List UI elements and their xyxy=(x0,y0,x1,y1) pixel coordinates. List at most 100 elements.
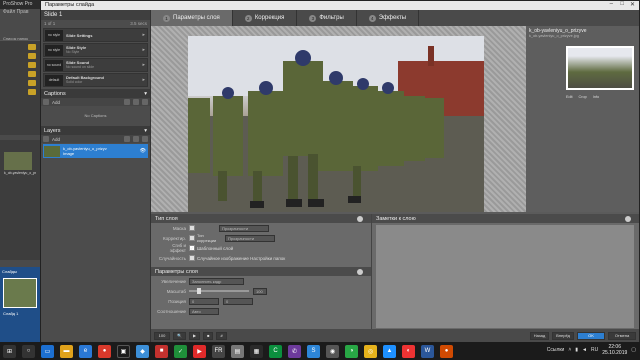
slide-list[interactable]: Слайды Слайд 1 xyxy=(0,267,40,342)
notes-textarea[interactable] xyxy=(376,225,634,328)
mask-checkbox[interactable] xyxy=(189,225,195,231)
minimize-icon[interactable]: – xyxy=(610,1,613,7)
start-icon[interactable]: ⊞ xyxy=(3,344,16,358)
random-checkbox[interactable] xyxy=(189,255,195,261)
file-thumbnail[interactable] xyxy=(4,152,32,170)
collapse-icon[interactable] xyxy=(625,215,631,222)
prev-slide-button[interactable]: Назад xyxy=(529,331,550,340)
add-layer-label[interactable]: Add xyxy=(52,137,60,142)
template-checkbox[interactable]: ✓ xyxy=(189,245,195,251)
task-view-icon[interactable]: ▭ xyxy=(41,344,54,358)
zoom-slider[interactable] xyxy=(189,288,249,294)
zoom-value[interactable]: 100 xyxy=(253,287,267,295)
folder-tree[interactable] xyxy=(0,40,40,135)
chevron-right-icon[interactable]: ▸ xyxy=(142,32,145,38)
fr-icon[interactable]: FR xyxy=(212,344,225,358)
tab-correction[interactable]: 2 Коррекция xyxy=(233,10,298,26)
delete-icon[interactable] xyxy=(124,136,130,142)
crop-button[interactable]: Crop xyxy=(579,95,587,99)
chrome-icon[interactable]: ◎ xyxy=(364,344,377,358)
folder-icon[interactable] xyxy=(28,71,36,77)
layer-image[interactable] xyxy=(188,36,484,212)
collapse-icon[interactable] xyxy=(357,268,363,275)
adjust-checkbox[interactable] xyxy=(189,235,195,241)
tab-layer-settings[interactable]: 1 Параметры слоя xyxy=(151,10,233,26)
aspect-select[interactable]: Авто xyxy=(189,307,219,315)
app-icon[interactable]: ● xyxy=(440,344,453,358)
add-caption-label[interactable]: Add xyxy=(52,100,60,105)
layer-params-header[interactable]: Параметры слоя xyxy=(151,267,371,276)
app-icon[interactable]: ✓ xyxy=(174,344,187,358)
stop-icon[interactable]: ■ xyxy=(203,331,214,340)
up-icon[interactable] xyxy=(133,136,139,142)
clock[interactable]: 22:06 25.10.2019 xyxy=(602,344,627,356)
language-indicator[interactable]: RU xyxy=(591,347,598,353)
calculator-icon[interactable]: ▦ xyxy=(250,344,263,358)
down-icon[interactable] xyxy=(142,99,148,105)
chevron-right-icon[interactable]: ▸ xyxy=(142,47,145,53)
app-icon[interactable]: C xyxy=(269,344,282,358)
delete-icon[interactable] xyxy=(124,99,130,105)
up-icon[interactable] xyxy=(133,99,139,105)
chevron-icon[interactable]: ▾ xyxy=(144,128,147,134)
close-icon[interactable]: ✕ xyxy=(630,1,635,8)
adjust-select[interactable]: Прозрачности xyxy=(225,234,275,242)
links-label[interactable]: Ссылки xyxy=(547,347,565,353)
ie-icon[interactable]: e xyxy=(79,344,92,358)
position-y[interactable]: 0 xyxy=(223,297,253,305)
notifications-icon[interactable]: ▢ xyxy=(631,347,636,353)
mask-select[interactable]: Прозрачности xyxy=(219,224,269,232)
main-menu[interactable]: Файл Прав xyxy=(0,9,40,17)
app-icon[interactable]: ◑ xyxy=(345,344,358,358)
app-icon[interactable]: ▲ xyxy=(383,344,396,358)
explorer-icon[interactable]: ▬ xyxy=(60,344,73,358)
folder-icon[interactable] xyxy=(28,89,36,95)
search-icon[interactable]: 🔍 xyxy=(173,331,186,340)
chevron-up-icon[interactable]: ˄ xyxy=(568,347,571,353)
chevron-right-icon[interactable]: ▸ xyxy=(142,62,145,68)
slide-option-row[interactable]: no style Slide Settings ▸ xyxy=(43,28,148,42)
app-icon[interactable]: ◉ xyxy=(326,344,339,358)
search-icon[interactable]: ○ xyxy=(22,344,35,358)
down-icon[interactable] xyxy=(142,136,148,142)
app-icon[interactable]: ▶ xyxy=(193,344,206,358)
ok-button[interactable]: OK xyxy=(577,331,605,340)
app-icon[interactable]: ◆ xyxy=(136,344,149,358)
app-icon[interactable]: ▤ xyxy=(231,344,244,358)
folder-icon[interactable] xyxy=(28,80,36,86)
file-list[interactable]: k_ob-yavleniyu_o_prizyve xyxy=(0,140,40,260)
position-x[interactable]: 0 xyxy=(189,297,219,305)
notes-header[interactable]: Заметки к слою xyxy=(372,214,639,223)
play-icon[interactable]: ▶ xyxy=(188,331,201,340)
layer-item-selected[interactable]: k_ob-yavleniyu_o_prizyv Image 👁 xyxy=(43,144,148,158)
slide-option-row[interactable]: no style Slide Style No Style ▸ xyxy=(43,43,148,57)
folder-icon[interactable] xyxy=(28,53,36,59)
scale-select[interactable]: Заполнить кадр xyxy=(189,277,244,285)
slide-option-row[interactable]: no sound Slide Sound No sound on slide ▸ xyxy=(43,58,148,72)
layer-thumbnail-large[interactable] xyxy=(566,46,634,90)
app-icon[interactable]: ▣ xyxy=(117,344,130,358)
volume-icon[interactable]: ◄ xyxy=(582,347,587,353)
app-icon[interactable]: ● xyxy=(98,344,111,358)
slide-preview[interactable] xyxy=(151,26,526,212)
tab-filters[interactable]: 3 Фильтры xyxy=(297,10,357,26)
next-slide-button[interactable]: Вперёд xyxy=(552,331,574,340)
folder-icon[interactable] xyxy=(28,44,36,50)
add-layer-icon[interactable] xyxy=(43,136,49,142)
layers-header[interactable]: Layers ▾ xyxy=(41,126,150,135)
layer-type-header[interactable]: Тип слоя xyxy=(151,214,371,223)
maximize-icon[interactable]: □ xyxy=(620,1,624,7)
network-icon[interactable]: ▮ xyxy=(575,347,578,353)
chevron-icon[interactable]: ▾ xyxy=(144,91,147,97)
tab-effects[interactable]: 4 Эффекты xyxy=(357,10,420,26)
grid-icon[interactable]: # xyxy=(216,331,227,340)
edit-button[interactable]: Edit xyxy=(566,95,573,99)
chevron-right-icon[interactable]: ▸ xyxy=(142,77,145,83)
slide-thumbnail[interactable] xyxy=(3,278,37,308)
info-button[interactable]: Info xyxy=(593,95,599,99)
cancel-button[interactable]: Отмена xyxy=(608,331,636,340)
folder-icon[interactable] xyxy=(28,62,36,68)
skype-icon[interactable]: S xyxy=(307,344,320,358)
slide-option-row[interactable]: default Default Background Solid color ▸ xyxy=(43,73,148,87)
app-icon[interactable]: ■ xyxy=(155,344,168,358)
